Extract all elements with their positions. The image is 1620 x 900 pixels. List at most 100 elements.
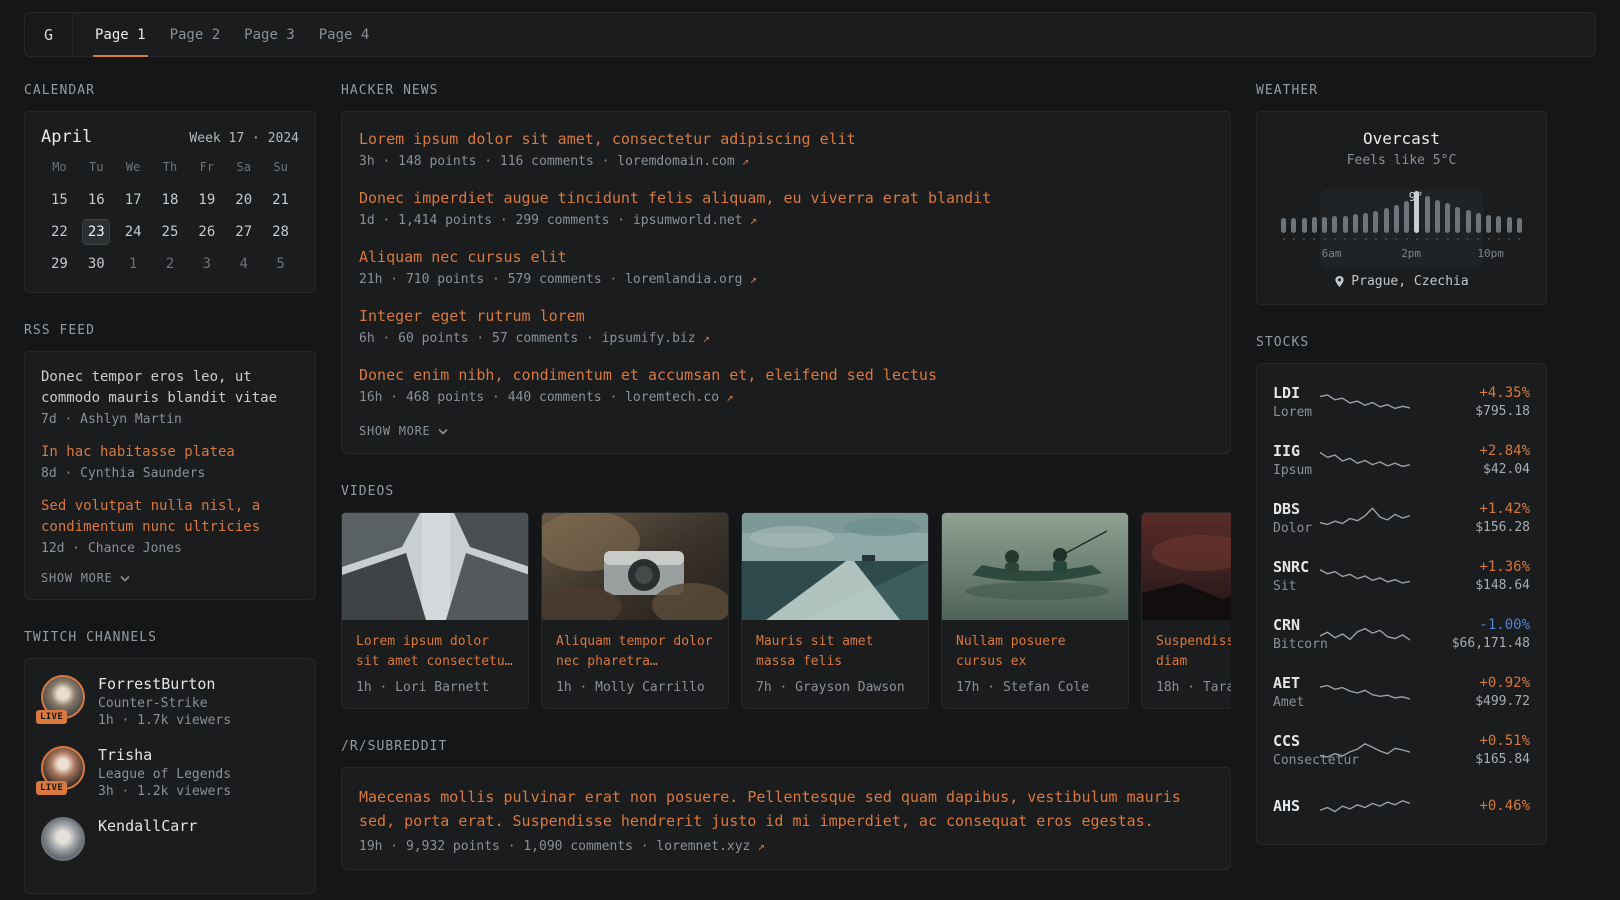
stock-sparkline-wrap	[1320, 733, 1412, 767]
subreddit-post-list: Maecenas mollis pulvinar erat non posuer…	[359, 785, 1213, 854]
video-title[interactable]: Suspendisse diam	[1156, 632, 1231, 673]
stock-sparkline	[1320, 501, 1410, 535]
hour-dot	[1312, 238, 1317, 240]
news-item: Integer eget rutrum lorem6h · 60 points …	[359, 306, 1213, 346]
subreddit-post-title[interactable]: Maecenas mollis pulvinar erat non posuer…	[359, 785, 1213, 833]
tab-page-2[interactable]: Page 2	[158, 13, 233, 56]
stock-row[interactable]: CRNBitcorn-1.00%$66,171.48	[1273, 605, 1530, 663]
right-column: WEATHER Overcast Feels like 5°C 9° 6am2p…	[1256, 83, 1547, 875]
twitch-channel[interactable]: LIVETrishaLeague of Legends3h · 1.2k vie…	[41, 746, 299, 799]
video-card[interactable]: Aliquam tempor dolor nec pharetra…1h · M…	[541, 512, 729, 709]
news-item-title[interactable]: Lorem ipsum dolor sit amet, consectetur …	[359, 129, 1213, 150]
hour-dot	[1445, 238, 1450, 240]
subreddit-post-domain-link[interactable]: loremnet.xyz	[656, 839, 750, 854]
time-axis: 6am2pm10pm	[1281, 247, 1522, 261]
stock-identity: AHS	[1273, 797, 1310, 818]
news-item-domain-link[interactable]: loremtech.co	[625, 390, 719, 405]
news-item-domain-link[interactable]: ipsumworld.net	[633, 213, 743, 228]
rss-section: RSS FEED Donec tempor eros leo, ut commo…	[24, 323, 316, 600]
stock-row[interactable]: SNRCSit+1.36%$148.64	[1273, 547, 1530, 605]
stock-row[interactable]: CCSConsectetur+0.51%$165.84	[1273, 721, 1530, 779]
channel-name[interactable]: ForrestBurton	[98, 675, 231, 693]
calendar-header: April Week 17 · 2024	[41, 127, 299, 147]
hour-dot	[1363, 238, 1368, 240]
channel-name[interactable]: KendallCarr	[98, 817, 197, 835]
day-number: 5	[267, 251, 295, 277]
hackernews-show-more-button[interactable]: SHOW MORE	[359, 424, 1213, 438]
live-badge: LIVE	[36, 781, 67, 795]
calendar-day: 20	[225, 184, 262, 216]
news-item-title[interactable]: Donec enim nibh, condimentum et accumsan…	[359, 365, 1213, 386]
channel-game: Counter-Strike	[98, 696, 231, 711]
tab-page-3[interactable]: Page 3	[232, 13, 307, 56]
news-item-list: Lorem ipsum dolor sit amet, consectetur …	[359, 129, 1213, 405]
news-item-title[interactable]: Integer eget rutrum lorem	[359, 306, 1213, 327]
twitch-channel[interactable]: KendallCarr	[41, 817, 299, 861]
rss-item-title[interactable]: Donec tempor eros leo, ut commodo mauris…	[41, 367, 299, 409]
video-title[interactable]: Aliquam tempor dolor nec pharetra…	[556, 632, 714, 673]
channel-name[interactable]: Trisha	[98, 746, 231, 764]
news-item-title[interactable]: Aliquam nec cursus elit	[359, 247, 1213, 268]
twitch-channel[interactable]: LIVEForrestBurtonCounter-Strike1h · 1.7k…	[41, 675, 299, 728]
stock-ticker: AET	[1273, 674, 1310, 692]
stock-price: $156.28	[1422, 520, 1530, 535]
hour-dot	[1394, 238, 1399, 240]
video-card[interactable]: Nullam posuere cursus ex17h · Stefan Col…	[941, 512, 1129, 709]
subreddit-post-meta-text: 19h · 9,932 points · 1,090 comments ·	[359, 839, 656, 854]
rss-item: Sed volutpat nulla nisl, a condimentum n…	[41, 496, 299, 556]
tab-page-4[interactable]: Page 4	[307, 13, 382, 56]
rss-item: Donec tempor eros leo, ut commodo mauris…	[41, 367, 299, 427]
video-card-body: Aliquam tempor dolor nec pharetra…1h · M…	[542, 620, 728, 708]
weather-condition: Overcast	[1273, 129, 1530, 148]
day-number: 23	[82, 219, 110, 245]
day-number: 1	[119, 251, 147, 277]
weather-bar	[1312, 217, 1317, 233]
calendar-week-year: Week 17 · 2024	[189, 131, 299, 146]
rss-item-title[interactable]: In hac habitasse platea	[41, 442, 299, 463]
video-title[interactable]: Lorem ipsum dolor sit amet consectetu…	[356, 632, 514, 673]
news-item-title[interactable]: Donec imperdiet augue tincidunt felis al…	[359, 188, 1213, 209]
app-logo[interactable]: G	[25, 13, 73, 56]
stock-row[interactable]: AETAmet+0.92%$499.72	[1273, 663, 1530, 721]
stock-sparkline-wrap	[1320, 675, 1412, 709]
calendar-widget: April Week 17 · 2024 MoTuWeThFrSaSu 1516…	[24, 111, 316, 293]
news-item-meta: 16h · 468 points · 440 comments · loremt…	[359, 390, 1213, 405]
video-title[interactable]: Mauris sit amet massa felis	[756, 632, 914, 673]
stock-name: Bitcorn	[1273, 637, 1310, 652]
stock-sparkline-wrap	[1320, 385, 1412, 419]
weather-bar	[1455, 207, 1460, 233]
news-item-domain-link[interactable]: ipsumify.biz	[602, 331, 696, 346]
video-card[interactable]: Suspendisse diam18h · Tara	[1141, 512, 1231, 709]
rss-show-more-button[interactable]: SHOW MORE	[41, 571, 299, 585]
hour-dot	[1322, 238, 1327, 240]
weather-bar	[1445, 203, 1450, 233]
external-link-icon: ↗	[743, 213, 757, 227]
video-title[interactable]: Nullam posuere cursus ex	[956, 632, 1114, 673]
hour-dot	[1425, 238, 1430, 240]
stock-change: +1.42%	[1422, 501, 1530, 517]
stock-price: $165.84	[1422, 752, 1530, 767]
stock-row[interactable]: DBSDolor+1.42%$156.28	[1273, 489, 1530, 547]
hour-dot	[1384, 238, 1389, 240]
stock-price: $795.18	[1422, 404, 1530, 419]
rss-item-title[interactable]: Sed volutpat nulla nisl, a condimentum n…	[41, 496, 299, 538]
stock-values: +2.84%$42.04	[1422, 443, 1530, 477]
hackernews-section: HACKER NEWS Lorem ipsum dolor sit amet, …	[341, 83, 1231, 454]
news-item-domain-link[interactable]: loremdomain.com	[617, 154, 734, 169]
external-link-icon: ↗	[743, 272, 757, 286]
video-card[interactable]: Lorem ipsum dolor sit amet consectetu…1h…	[341, 512, 529, 709]
chevron-down-icon	[120, 575, 130, 582]
stock-values: +0.92%$499.72	[1422, 675, 1530, 709]
weekday-label: Fr	[188, 160, 225, 174]
stock-row[interactable]: AHS+0.46%	[1273, 779, 1530, 835]
tab-page-1[interactable]: Page 1	[83, 13, 158, 56]
day-number: 22	[45, 219, 73, 245]
stock-row[interactable]: IIGIpsum+2.84%$42.04	[1273, 431, 1530, 489]
calendar-day: 22	[41, 216, 78, 248]
stock-name: Ipsum	[1273, 463, 1310, 478]
hour-dot	[1291, 238, 1296, 240]
news-item-domain-link[interactable]: loremlandia.org	[625, 272, 742, 287]
stock-row[interactable]: LDILorem+4.35%$795.18	[1273, 373, 1530, 431]
video-card[interactable]: Mauris sit amet massa felis7h · Grayson …	[741, 512, 929, 709]
video-thumbnail	[542, 513, 729, 620]
